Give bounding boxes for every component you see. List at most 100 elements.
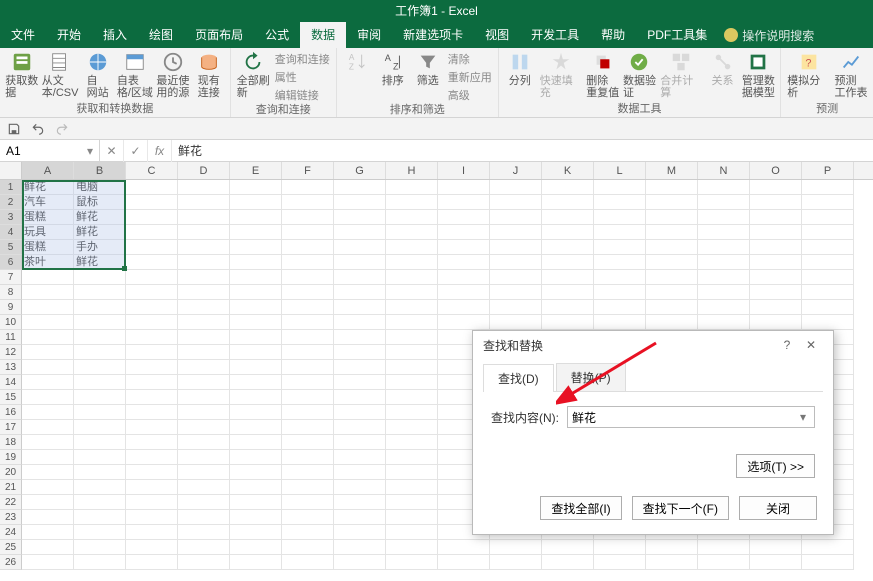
get-data-button[interactable]: 获取数 据: [6, 51, 38, 99]
cell[interactable]: [594, 540, 646, 555]
cell[interactable]: [438, 285, 490, 300]
cell[interactable]: [126, 360, 178, 375]
cell[interactable]: [22, 330, 74, 345]
cell[interactable]: [698, 180, 750, 195]
edit-links[interactable]: 编辑链接: [275, 87, 330, 103]
cell[interactable]: [386, 180, 438, 195]
cell[interactable]: 电脑: [74, 180, 126, 195]
formula-input[interactable]: 鲜花: [172, 142, 873, 159]
row-header[interactable]: 12: [0, 345, 22, 360]
cell[interactable]: [646, 555, 698, 570]
cell[interactable]: [594, 225, 646, 240]
cell[interactable]: [178, 450, 230, 465]
cell[interactable]: [698, 285, 750, 300]
flash-fill-button[interactable]: 快速填充: [540, 51, 582, 99]
cell[interactable]: [178, 210, 230, 225]
cell[interactable]: [438, 255, 490, 270]
cell[interactable]: [22, 375, 74, 390]
cell[interactable]: [22, 345, 74, 360]
cell[interactable]: [594, 270, 646, 285]
cell[interactable]: [698, 315, 750, 330]
row-header[interactable]: 21: [0, 480, 22, 495]
row-header[interactable]: 15: [0, 390, 22, 405]
cell[interactable]: [282, 435, 334, 450]
tab-help[interactable]: 帮助: [590, 22, 636, 48]
cell[interactable]: [74, 345, 126, 360]
cell[interactable]: [230, 510, 282, 525]
cell[interactable]: [438, 540, 490, 555]
cell[interactable]: [542, 540, 594, 555]
cell[interactable]: [542, 270, 594, 285]
cell[interactable]: [802, 225, 854, 240]
col-header-L[interactable]: L: [594, 162, 646, 179]
tab-dev[interactable]: 开发工具: [520, 22, 590, 48]
cell[interactable]: [230, 315, 282, 330]
cell[interactable]: [282, 315, 334, 330]
cell[interactable]: [74, 300, 126, 315]
consolidate-button[interactable]: 合并计算: [660, 51, 702, 99]
cell[interactable]: [126, 195, 178, 210]
cell[interactable]: [490, 315, 542, 330]
clear-filter[interactable]: 清除: [448, 51, 492, 67]
cell[interactable]: [386, 405, 438, 420]
col-header-D[interactable]: D: [178, 162, 230, 179]
cell[interactable]: [178, 255, 230, 270]
cell[interactable]: [230, 285, 282, 300]
tab-formula[interactable]: 公式: [254, 22, 300, 48]
row-header[interactable]: 19: [0, 450, 22, 465]
cell[interactable]: [698, 555, 750, 570]
cell[interactable]: [334, 225, 386, 240]
cell[interactable]: [594, 180, 646, 195]
remove-duplicates-button[interactable]: 删除 重复值: [587, 51, 619, 99]
cell[interactable]: [230, 450, 282, 465]
cell[interactable]: [282, 270, 334, 285]
cell[interactable]: [334, 210, 386, 225]
cell[interactable]: [282, 420, 334, 435]
col-header-O[interactable]: O: [750, 162, 802, 179]
cell[interactable]: [386, 315, 438, 330]
cell[interactable]: [594, 210, 646, 225]
undo-icon[interactable]: [30, 121, 46, 137]
cell[interactable]: [750, 195, 802, 210]
cell[interactable]: [490, 285, 542, 300]
cell[interactable]: [126, 465, 178, 480]
col-header-P[interactable]: P: [802, 162, 854, 179]
cell[interactable]: [74, 285, 126, 300]
cell[interactable]: [282, 180, 334, 195]
cell[interactable]: [282, 495, 334, 510]
cell[interactable]: [178, 225, 230, 240]
cell[interactable]: [750, 315, 802, 330]
queries-connections[interactable]: 查询和连接: [275, 51, 330, 67]
cell[interactable]: [178, 315, 230, 330]
cell[interactable]: [386, 345, 438, 360]
cell[interactable]: [542, 555, 594, 570]
row-header[interactable]: 6: [0, 255, 22, 270]
cell[interactable]: 鲜花: [74, 255, 126, 270]
row-header[interactable]: 2: [0, 195, 22, 210]
row-header[interactable]: 23: [0, 510, 22, 525]
row-header[interactable]: 9: [0, 300, 22, 315]
cell[interactable]: [230, 540, 282, 555]
row-header[interactable]: 7: [0, 270, 22, 285]
cell[interactable]: [334, 270, 386, 285]
from-table-button[interactable]: 自表 格/区域: [118, 51, 152, 99]
cell[interactable]: [282, 555, 334, 570]
cell[interactable]: [126, 420, 178, 435]
cell[interactable]: [750, 555, 802, 570]
cell[interactable]: [386, 285, 438, 300]
cell[interactable]: [22, 360, 74, 375]
cell[interactable]: [334, 420, 386, 435]
cell[interactable]: [178, 555, 230, 570]
col-header-J[interactable]: J: [490, 162, 542, 179]
cell[interactable]: [282, 360, 334, 375]
cell[interactable]: [594, 315, 646, 330]
cell[interactable]: [490, 240, 542, 255]
cell[interactable]: [126, 480, 178, 495]
cell[interactable]: [698, 225, 750, 240]
cell[interactable]: [178, 375, 230, 390]
cell[interactable]: [22, 525, 74, 540]
cell[interactable]: [334, 300, 386, 315]
col-header-H[interactable]: H: [386, 162, 438, 179]
cell[interactable]: [438, 225, 490, 240]
cell[interactable]: [386, 195, 438, 210]
